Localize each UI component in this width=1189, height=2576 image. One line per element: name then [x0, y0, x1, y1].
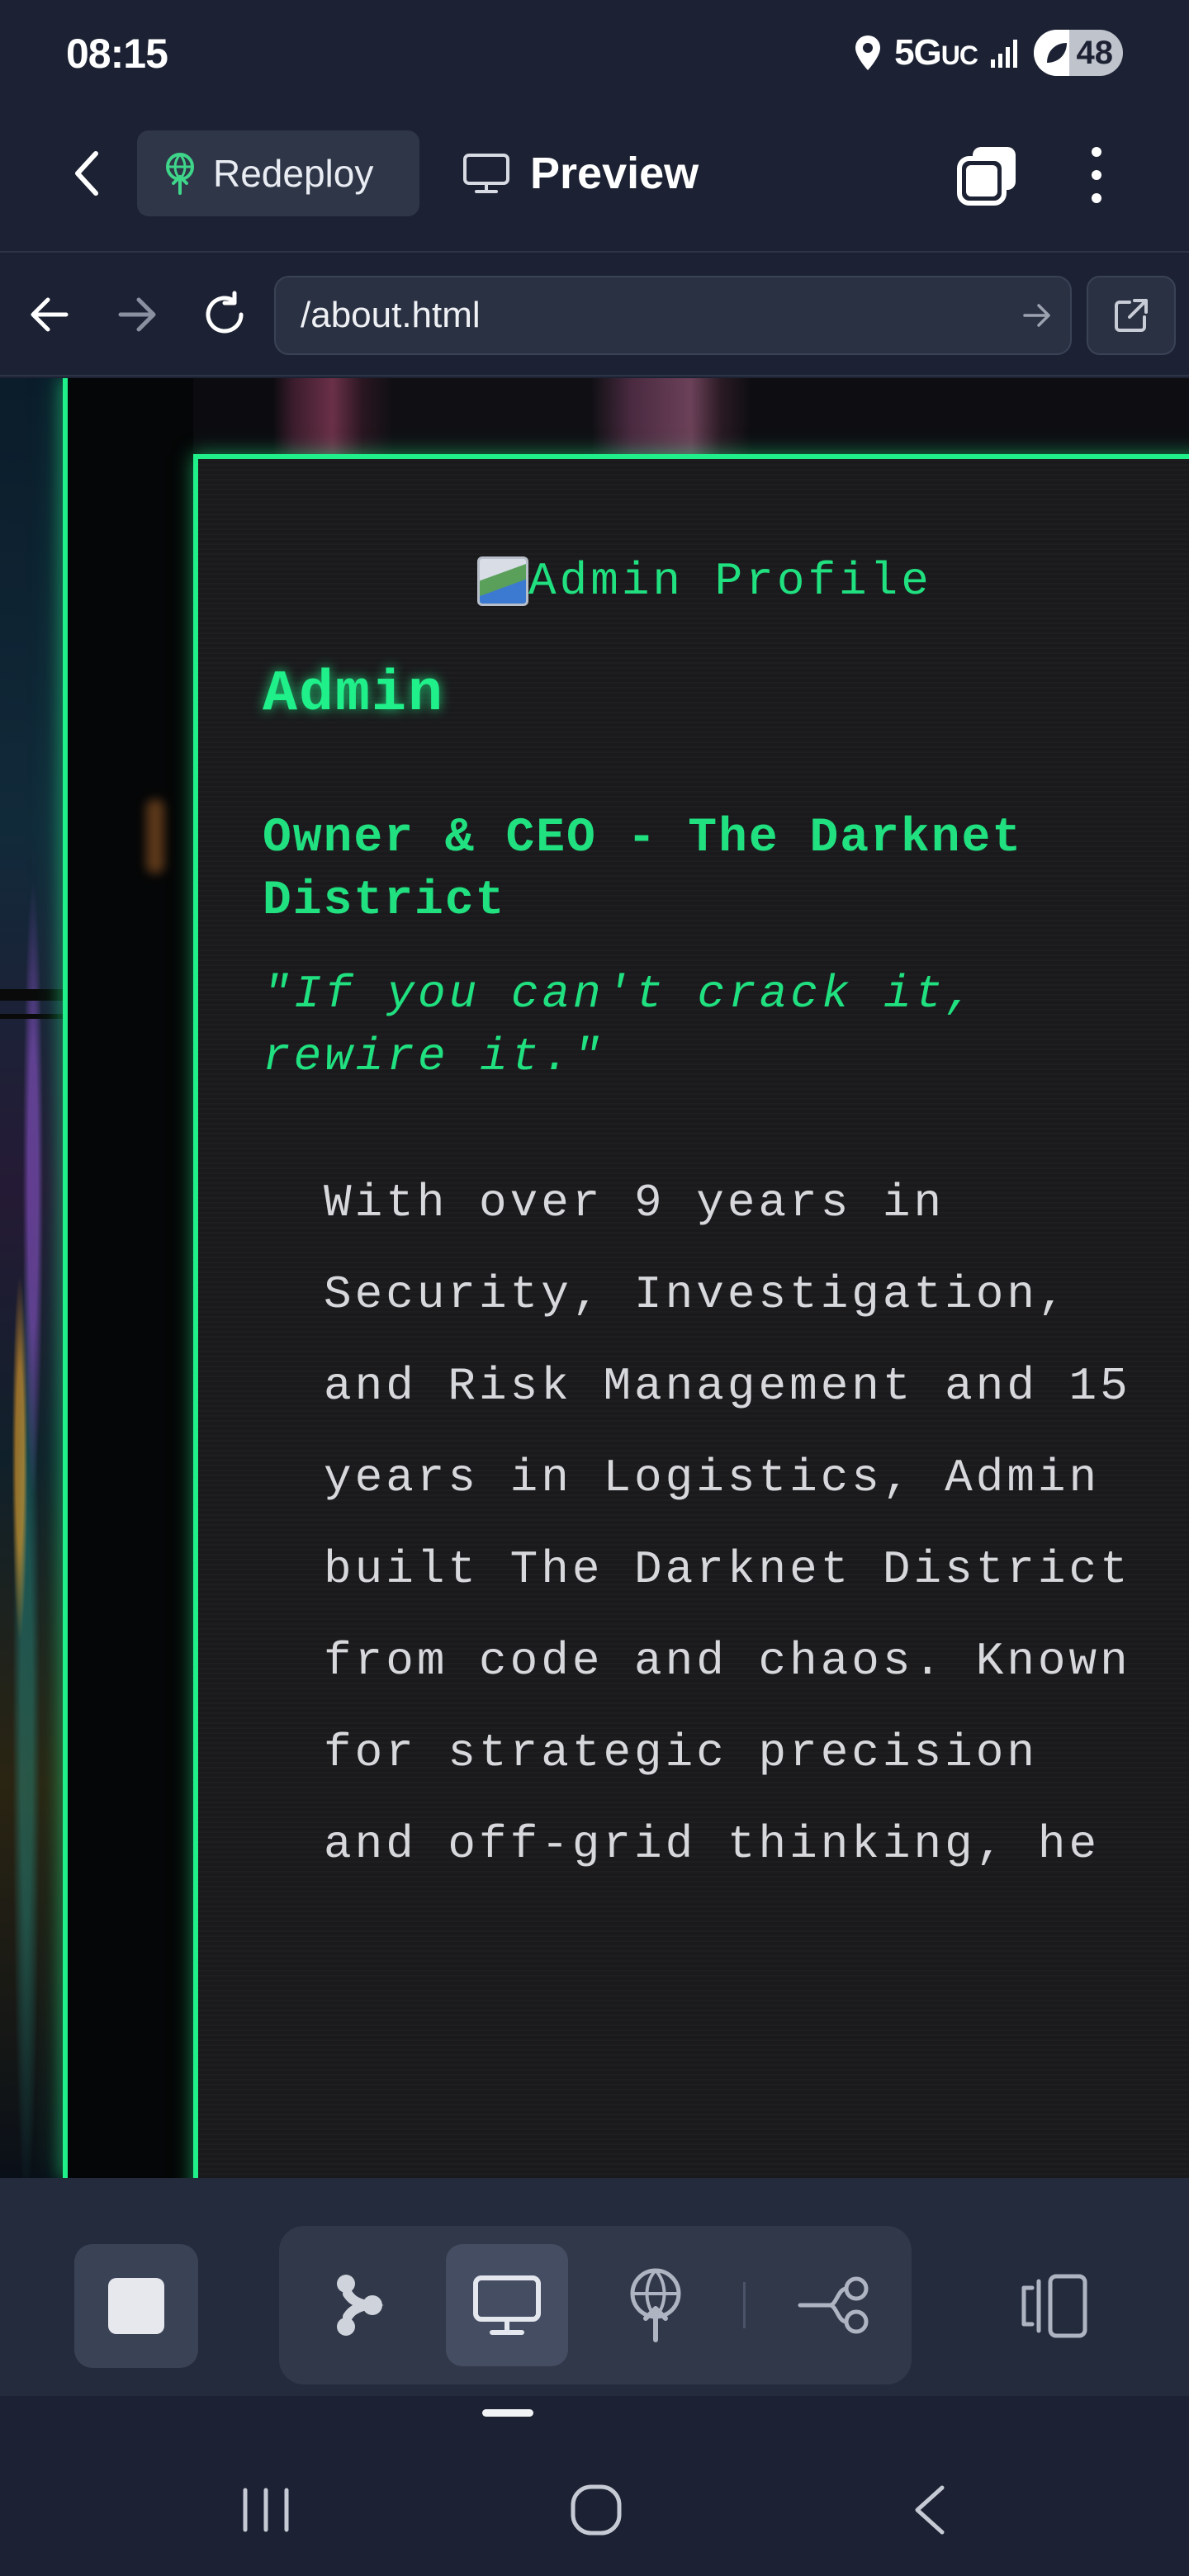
profile-bio: With over 9 years in Security, Investiga…	[324, 1177, 1131, 1871]
profile-title: Owner & CEO - The Darknet District	[263, 812, 1023, 928]
stop-button[interactable]	[74, 2244, 198, 2368]
external-link-icon	[1115, 299, 1148, 332]
tabs-button[interactable]	[953, 140, 1022, 210]
system-back-button[interactable]	[888, 2469, 971, 2551]
preview-icon	[473, 2275, 541, 2335]
open-external-button[interactable]	[1087, 276, 1176, 355]
profile-card: Admin Profile Admin Owner & CEO - The Da…	[193, 454, 1189, 2178]
mode-switcher	[279, 2226, 912, 2384]
more-icon	[1092, 147, 1101, 203]
nav-forward-button[interactable]	[107, 285, 167, 344]
go-icon	[1023, 304, 1050, 327]
nav-back-button[interactable]	[20, 285, 79, 344]
stop-icon	[108, 2278, 164, 2334]
network-type: 5GUC	[894, 32, 978, 73]
back-button[interactable]	[58, 144, 117, 203]
top-toolbar: Redeploy Preview	[0, 107, 1189, 253]
reload-button[interactable]	[195, 285, 254, 344]
reload-icon	[206, 291, 244, 334]
bottom-toolbar	[0, 2178, 1189, 2396]
broken-image-icon	[477, 556, 528, 606]
git-button[interactable]	[773, 2244, 895, 2366]
panel-icon	[1021, 2274, 1087, 2338]
deploy-icon	[630, 2268, 681, 2342]
recents-icon	[243, 2488, 289, 2532]
url-text: /about.html	[301, 295, 481, 335]
deploy-button[interactable]	[594, 2244, 717, 2366]
profile-quote: "If you can't crack it, rewire it."	[263, 968, 977, 1083]
redeploy-button[interactable]: Redeploy	[137, 130, 419, 216]
agent-button[interactable]	[297, 2244, 419, 2366]
url-bar: /about.html	[0, 253, 1189, 376]
preview-label: Preview	[530, 149, 699, 198]
status-bar: 08:15 5GUC 48	[0, 0, 1189, 107]
redeploy-label: Redeploy	[213, 152, 374, 195]
nav-back-icon	[31, 297, 69, 332]
home-button[interactable]	[555, 2469, 637, 2551]
location-icon	[853, 34, 883, 72]
home-indicator	[482, 2409, 533, 2417]
preview-mode-button[interactable]	[446, 2244, 568, 2366]
more-button[interactable]	[1070, 140, 1123, 210]
go-button[interactable]	[1004, 282, 1070, 348]
back-icon	[915, 2485, 945, 2535]
web-preview[interactable]: Admin Profile Admin Owner & CEO - The Da…	[0, 378, 1189, 2178]
profile-image-alt: Admin Profile	[528, 555, 932, 608]
profile-image: Admin Profile	[477, 555, 932, 608]
tabs-icon	[957, 147, 1016, 206]
profile-name: Admin	[263, 662, 445, 727]
home-icon	[571, 2484, 622, 2536]
agent-icon	[337, 2275, 384, 2336]
url-input[interactable]: /about.html	[274, 276, 1072, 355]
system-nav-bar	[0, 2427, 1189, 2576]
battery-icon: 48	[1034, 30, 1123, 76]
preview-tab[interactable]: Preview	[462, 130, 699, 216]
signal-icon	[989, 36, 1022, 69]
redeploy-icon	[166, 153, 194, 195]
mode-divider	[743, 2282, 746, 2328]
panel-toggle-button[interactable]	[999, 2252, 1106, 2360]
recents-button[interactable]	[225, 2469, 307, 2551]
banner-strip	[193, 378, 1189, 454]
battery-level: 48	[1076, 34, 1114, 71]
status-icons: 5GUC 48	[853, 26, 1123, 79]
page-gutter	[68, 378, 193, 2178]
nav-forward-icon	[118, 297, 156, 332]
background-image	[0, 378, 66, 2178]
git-icon	[798, 2276, 869, 2334]
monitor-icon	[463, 154, 509, 193]
back-icon	[75, 151, 98, 196]
status-time: 08:15	[66, 31, 168, 77]
